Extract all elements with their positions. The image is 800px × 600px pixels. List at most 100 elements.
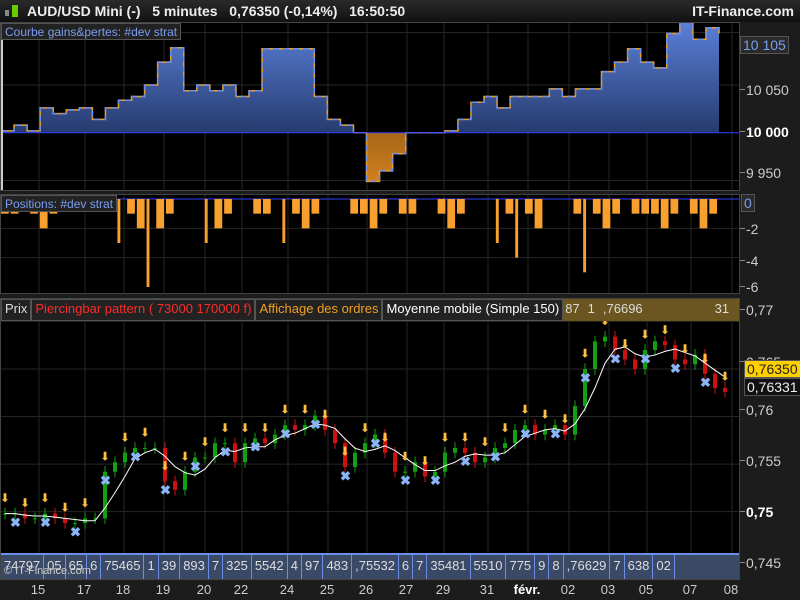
candle-body [33, 518, 37, 520]
sell-arrow: ⬇ [580, 347, 590, 361]
order-date-label: 39 [159, 555, 181, 579]
position-bar [505, 199, 514, 214]
candle-body [453, 447, 457, 453]
date-tick: 20 [196, 582, 212, 597]
candle-body [593, 341, 597, 369]
legend-orders[interactable]: Affichage des ordres [255, 299, 383, 321]
price-axis[interactable]: 0,77 0,765 0,76 0,755 0,75 0,745 0,76350… [739, 298, 800, 580]
candle-body [333, 429, 337, 444]
legend-price[interactable]: Prix [1, 299, 32, 321]
candle-body [243, 443, 247, 463]
positions-axis[interactable]: 0 -2 -4 -6 [739, 194, 800, 295]
timeframe[interactable]: 5 minutes [152, 3, 217, 19]
price-tick: 0,77 [739, 302, 774, 318]
position-bar [631, 199, 640, 214]
price-panel[interactable]: ⬇ ✖ ⬇ ⬇ ✖ ⬇ ✖ ⬇ ⬇ ✖ ⬇ ✖ ⬇ ⬇ ✖ ⬇ ✖ ⬇ ⬇ ✖ ⬇ ✖ ⬇ ⬇ ✖ ⬇ ✖ ⬇ ⬇ ✖ ⬇ ✖ ⬇ ⬇ ✖ ⬇ ✖ ⬇ ⬇ ✖… [0, 298, 773, 580]
price-tick: 0,75 [739, 504, 774, 520]
candle-body [233, 443, 237, 463]
positions-tick: -4 [739, 253, 759, 269]
position-bar [156, 199, 165, 229]
candle-body [23, 513, 27, 519]
sell-arrow: ⬇ [460, 430, 470, 444]
buy-cross: ✖ [610, 351, 621, 366]
date-tick: 22 [233, 582, 249, 597]
site-name: IT-Finance.com [692, 3, 794, 19]
sell-arrow: ⬇ [340, 445, 350, 459]
buy-cross: ✖ [550, 426, 561, 441]
order-date-label: 325 [223, 555, 252, 579]
candle-body [603, 336, 607, 342]
candle-body [63, 518, 67, 524]
position-bar [136, 199, 145, 229]
buy-cross: ✖ [580, 370, 591, 385]
positions-panel[interactable]: Positions: #dev strat [0, 194, 740, 294]
date-tick: 18 [115, 582, 131, 597]
buy-cross: ✖ [670, 361, 681, 376]
buy-cross: ✖ [220, 445, 231, 460]
moving-average-marker: 0,76331 [744, 378, 800, 396]
candle-body [513, 429, 517, 444]
order-date-label: 775 [506, 555, 536, 579]
instrument-name: AUD/USD Mini (-) [27, 3, 141, 19]
buy-cross: ✖ [250, 440, 261, 455]
price-tick: 0,745 [739, 555, 782, 571]
candle-body [623, 349, 627, 360]
sell-arrow: ⬇ [140, 426, 150, 440]
buy-cross: ✖ [460, 454, 471, 469]
order-date-label: 9 [535, 555, 550, 579]
equity-panel-label[interactable]: Courbe gains&pertes: #dev strat [1, 23, 182, 40]
candle-body [663, 341, 667, 346]
date-tick: 31 [479, 582, 495, 597]
sell-arrow: ⬇ [400, 449, 410, 463]
order-date-label: 893 [180, 555, 209, 579]
date-tick: 17 [76, 582, 92, 597]
candlestick-icon [3, 4, 21, 18]
buy-cross: ✖ [490, 449, 501, 464]
buy-cross: ✖ [160, 483, 171, 498]
date-tick: 24 [279, 582, 295, 597]
candle-body [503, 443, 507, 448]
price-tick: 0,755 [739, 453, 782, 469]
legend-piercingbar[interactable]: Piercingbar pattern ( 73000 170000 f) [31, 299, 256, 321]
position-bar [699, 199, 708, 229]
position-bar [117, 199, 121, 243]
positions-tick: -2 [739, 221, 759, 237]
order-date-label: 4 [288, 555, 302, 579]
legend-moving-average[interactable]: Moyenne mobile (Simple 150) [382, 299, 564, 321]
position-bar [612, 199, 621, 214]
order-label: 31 [714, 301, 730, 316]
position-bar [495, 199, 499, 243]
equity-current-value: 10 105 [740, 36, 789, 54]
candle-body [673, 345, 677, 360]
position-bar [651, 199, 659, 214]
position-bar [350, 199, 359, 214]
candle-body [633, 359, 637, 369]
date-tick: 19 [155, 582, 171, 597]
date-tick: 03 [600, 582, 616, 597]
position-bar [457, 199, 465, 214]
order-date-label: 7 [610, 555, 625, 579]
title-bar: AUD/USD Mini (-) 5 minutes 0,76350 (-0,1… [0, 0, 800, 22]
legend-bar: Prix Piercingbar pattern ( 73000 170000 … [1, 299, 773, 331]
sell-arrow: ⬇ [160, 459, 170, 473]
positions-panel-label[interactable]: Positions: #dev strat [1, 195, 118, 212]
sell-arrow: ⬇ [660, 323, 670, 337]
order-date-label: 35481 [427, 555, 471, 579]
buy-cross: ✖ [100, 473, 111, 488]
candle-body [443, 452, 447, 472]
buy-cross: ✖ [640, 351, 651, 366]
order-date-label: 638 [625, 555, 654, 579]
position-bar [602, 199, 611, 229]
buy-cross: ✖ [10, 515, 21, 530]
position-bar [311, 199, 320, 214]
equity-area-gain [1, 23, 719, 133]
order-label: 87 [565, 301, 580, 316]
order-date-label: 1 [144, 555, 159, 579]
candle-body [613, 336, 617, 350]
position-bar [262, 199, 271, 214]
candle-body [353, 452, 357, 467]
sell-arrow: ⬇ [80, 496, 90, 510]
equity-axis[interactable]: 10 105 10 050 10 000 9 950 [739, 22, 800, 191]
equity-panel[interactable]: Courbe gains&pertes: #dev strat [0, 22, 740, 191]
order-date-label: ,76629 [564, 555, 611, 579]
